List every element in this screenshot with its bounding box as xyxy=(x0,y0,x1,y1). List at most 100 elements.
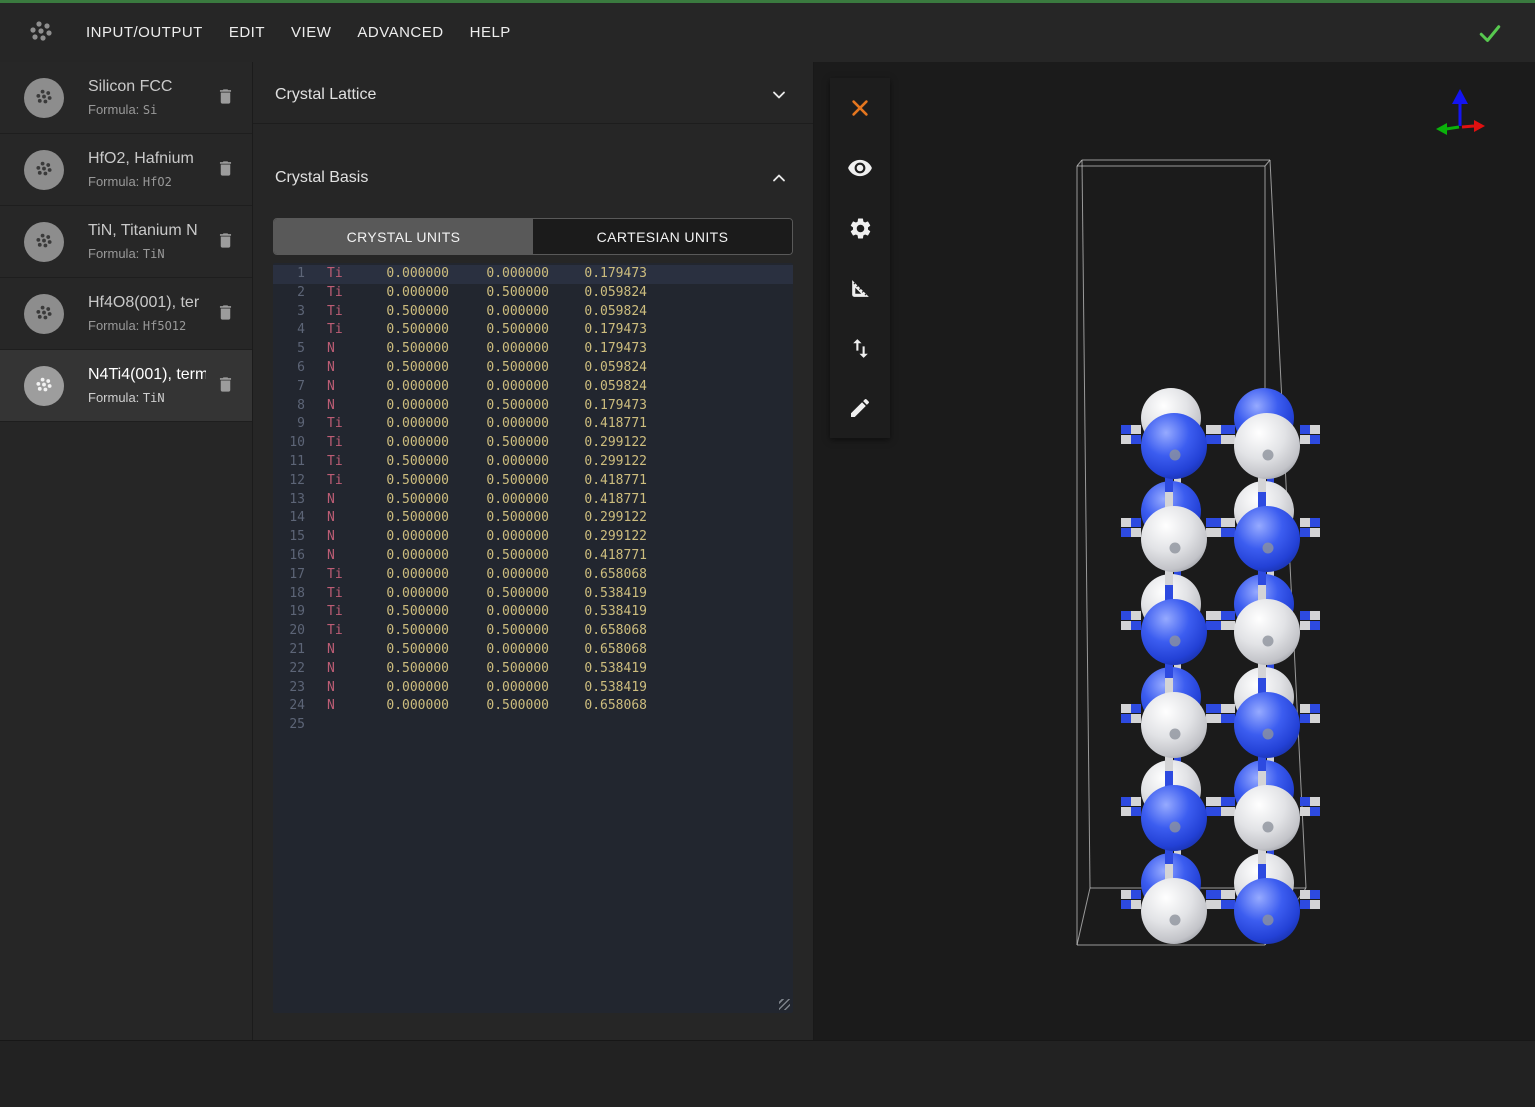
element-symbol: Ti xyxy=(327,603,357,622)
line-number: 8 xyxy=(273,397,305,416)
editor-line-24[interactable]: 24N0.0000000.5000000.658068 xyxy=(273,697,793,716)
editor-line-2[interactable]: 2Ti0.0000000.5000000.059824 xyxy=(273,284,793,303)
editor-line-13[interactable]: 13N0.5000000.0000000.418771 xyxy=(273,491,793,510)
delete-material-button[interactable] xyxy=(212,157,238,183)
menu-item-help[interactable]: HELP xyxy=(470,24,511,41)
coord-y: 0.000000 xyxy=(449,528,549,547)
material-item-text: Hf4O8(001), terFormula: Hf5O12 xyxy=(88,294,212,333)
tab-crystal-units[interactable]: CRYSTAL UNITS xyxy=(274,219,533,254)
editor-line-5[interactable]: 5N0.5000000.0000000.179473 xyxy=(273,340,793,359)
material-avatar-dots-icon xyxy=(32,158,56,182)
editor-line-1[interactable]: 1Ti0.0000000.0000000.179473 xyxy=(273,265,793,284)
line-number: 14 xyxy=(273,509,305,528)
editor-line-21[interactable]: 21N0.5000000.0000000.658068 xyxy=(273,641,793,660)
visibility-button[interactable] xyxy=(830,138,890,198)
editor-line-17[interactable]: 17Ti0.0000000.0000000.658068 xyxy=(273,566,793,585)
menu-item-edit[interactable]: EDIT xyxy=(229,24,265,41)
sphere-highlight-dot xyxy=(1170,822,1181,833)
measure-button[interactable] xyxy=(830,258,890,318)
coord-y: 0.500000 xyxy=(449,321,549,340)
delete-material-button[interactable] xyxy=(212,301,238,327)
coord-z xyxy=(549,716,647,735)
editor-line-22[interactable]: 22N0.5000000.5000000.538419 xyxy=(273,660,793,679)
sidebar-material-item-4[interactable]: N4Ti4(001), termFormula: TiN xyxy=(0,350,252,422)
edit-structure-button[interactable] xyxy=(830,378,890,438)
sidebar-material-item-3[interactable]: Hf4O8(001), terFormula: Hf5O12 xyxy=(0,278,252,350)
basis-code-editor[interactable]: 1Ti0.0000000.0000000.1794732Ti0.0000000.… xyxy=(273,263,793,1013)
settings-button[interactable] xyxy=(830,198,890,258)
delete-material-button[interactable] xyxy=(212,373,238,399)
swap-axes-button[interactable] xyxy=(830,318,890,378)
material-item-text: Silicon FCCFormula: Si xyxy=(88,78,212,117)
bond-stick xyxy=(1221,528,1235,537)
coord-x: 0.000000 xyxy=(357,265,449,284)
coord-z: 0.299122 xyxy=(549,509,647,528)
coord-y: 0.500000 xyxy=(449,622,549,641)
editor-resize-handle[interactable] xyxy=(779,999,790,1010)
editor-line-14[interactable]: 14N0.5000000.5000000.299122 xyxy=(273,509,793,528)
editor-line-11[interactable]: 11Ti0.5000000.0000000.299122 xyxy=(273,453,793,472)
material-avatar-dots-icon xyxy=(32,86,56,110)
coord-x: 0.000000 xyxy=(357,284,449,303)
tab-cartesian-units[interactable]: CARTESIAN UNITS xyxy=(533,219,792,254)
coord-y: 0.000000 xyxy=(449,265,549,284)
material-avatar-dots-icon xyxy=(32,230,56,254)
editor-line-7[interactable]: 7N0.0000000.0000000.059824 xyxy=(273,378,793,397)
editor-line-3[interactable]: 3Ti0.5000000.0000000.059824 xyxy=(273,303,793,322)
editor-line-25[interactable]: 25 xyxy=(273,716,793,735)
bond-stick xyxy=(1131,611,1141,620)
coord-x: 0.500000 xyxy=(357,303,449,322)
swap-vert-icon xyxy=(848,336,873,361)
unit-cell-edge xyxy=(1077,160,1082,166)
menu-item-view[interactable]: VIEW xyxy=(291,24,331,41)
bond-stick xyxy=(1121,900,1131,909)
coord-x: 0.500000 xyxy=(357,509,449,528)
editor-line-9[interactable]: 9Ti0.0000000.0000000.418771 xyxy=(273,415,793,434)
bond-stick xyxy=(1131,518,1141,527)
coord-z: 0.418771 xyxy=(549,491,647,510)
editor-line-4[interactable]: 4Ti0.5000000.5000000.179473 xyxy=(273,321,793,340)
crystal-basis-header[interactable]: Crystal Basis xyxy=(253,124,813,218)
crystal-lattice-header[interactable]: Crystal Lattice xyxy=(253,66,813,124)
sphere-highlight-dot xyxy=(1263,543,1274,554)
bond-stick xyxy=(1310,704,1320,713)
atom-sphere-front-N xyxy=(1234,506,1300,572)
crystal-3d-viewport[interactable] xyxy=(814,62,1534,1040)
editor-line-16[interactable]: 16N0.0000000.5000000.418771 xyxy=(273,547,793,566)
close-viewer-button[interactable] xyxy=(830,78,890,138)
material-title: N4Ti4(001), term xyxy=(88,366,206,384)
editor-line-20[interactable]: 20Ti0.5000000.5000000.658068 xyxy=(273,622,793,641)
line-number: 2 xyxy=(273,284,305,303)
bond-stick xyxy=(1131,900,1141,909)
editor-line-19[interactable]: 19Ti0.5000000.0000000.538419 xyxy=(273,603,793,622)
editor-line-18[interactable]: 18Ti0.0000000.5000000.538419 xyxy=(273,585,793,604)
formula-value: Si xyxy=(143,103,157,117)
delete-material-button[interactable] xyxy=(212,229,238,255)
editor-line-8[interactable]: 8N0.0000000.5000000.179473 xyxy=(273,397,793,416)
element-symbol: Ti xyxy=(327,265,357,284)
sidebar-material-item-2[interactable]: TiN, Titanium NFormula: TiN xyxy=(0,206,252,278)
editor-line-12[interactable]: 12Ti0.5000000.5000000.418771 xyxy=(273,472,793,491)
menu-item-advanced[interactable]: ADVANCED xyxy=(357,24,443,41)
editor-line-15[interactable]: 15N0.0000000.0000000.299122 xyxy=(273,528,793,547)
sidebar-material-item-0[interactable]: Silicon FCCFormula: Si xyxy=(0,62,252,134)
element-symbol: N xyxy=(327,697,357,716)
coord-y: 0.500000 xyxy=(449,660,549,679)
formula-label: Formula: xyxy=(88,390,143,405)
bond-stick xyxy=(1121,621,1131,630)
material-title: HfO2, Hafnium xyxy=(88,150,206,168)
z-axis-arrow xyxy=(1452,89,1468,104)
bond-stick xyxy=(1206,890,1221,899)
bond-stick xyxy=(1221,435,1235,444)
delete-material-button[interactable] xyxy=(212,85,238,111)
material-avatar xyxy=(24,222,64,262)
editor-line-23[interactable]: 23N0.0000000.0000000.538419 xyxy=(273,679,793,698)
editor-line-6[interactable]: 6N0.5000000.5000000.059824 xyxy=(273,359,793,378)
line-number: 18 xyxy=(273,585,305,604)
formula-value: TiN xyxy=(143,247,165,261)
menu-item-input-output[interactable]: INPUT/OUTPUT xyxy=(86,24,203,41)
bond-stick xyxy=(1300,528,1310,537)
sidebar-material-item-1[interactable]: HfO2, HafniumFormula: HfO2 xyxy=(0,134,252,206)
save-check-button[interactable] xyxy=(1475,18,1505,48)
editor-line-10[interactable]: 10Ti0.0000000.5000000.299122 xyxy=(273,434,793,453)
